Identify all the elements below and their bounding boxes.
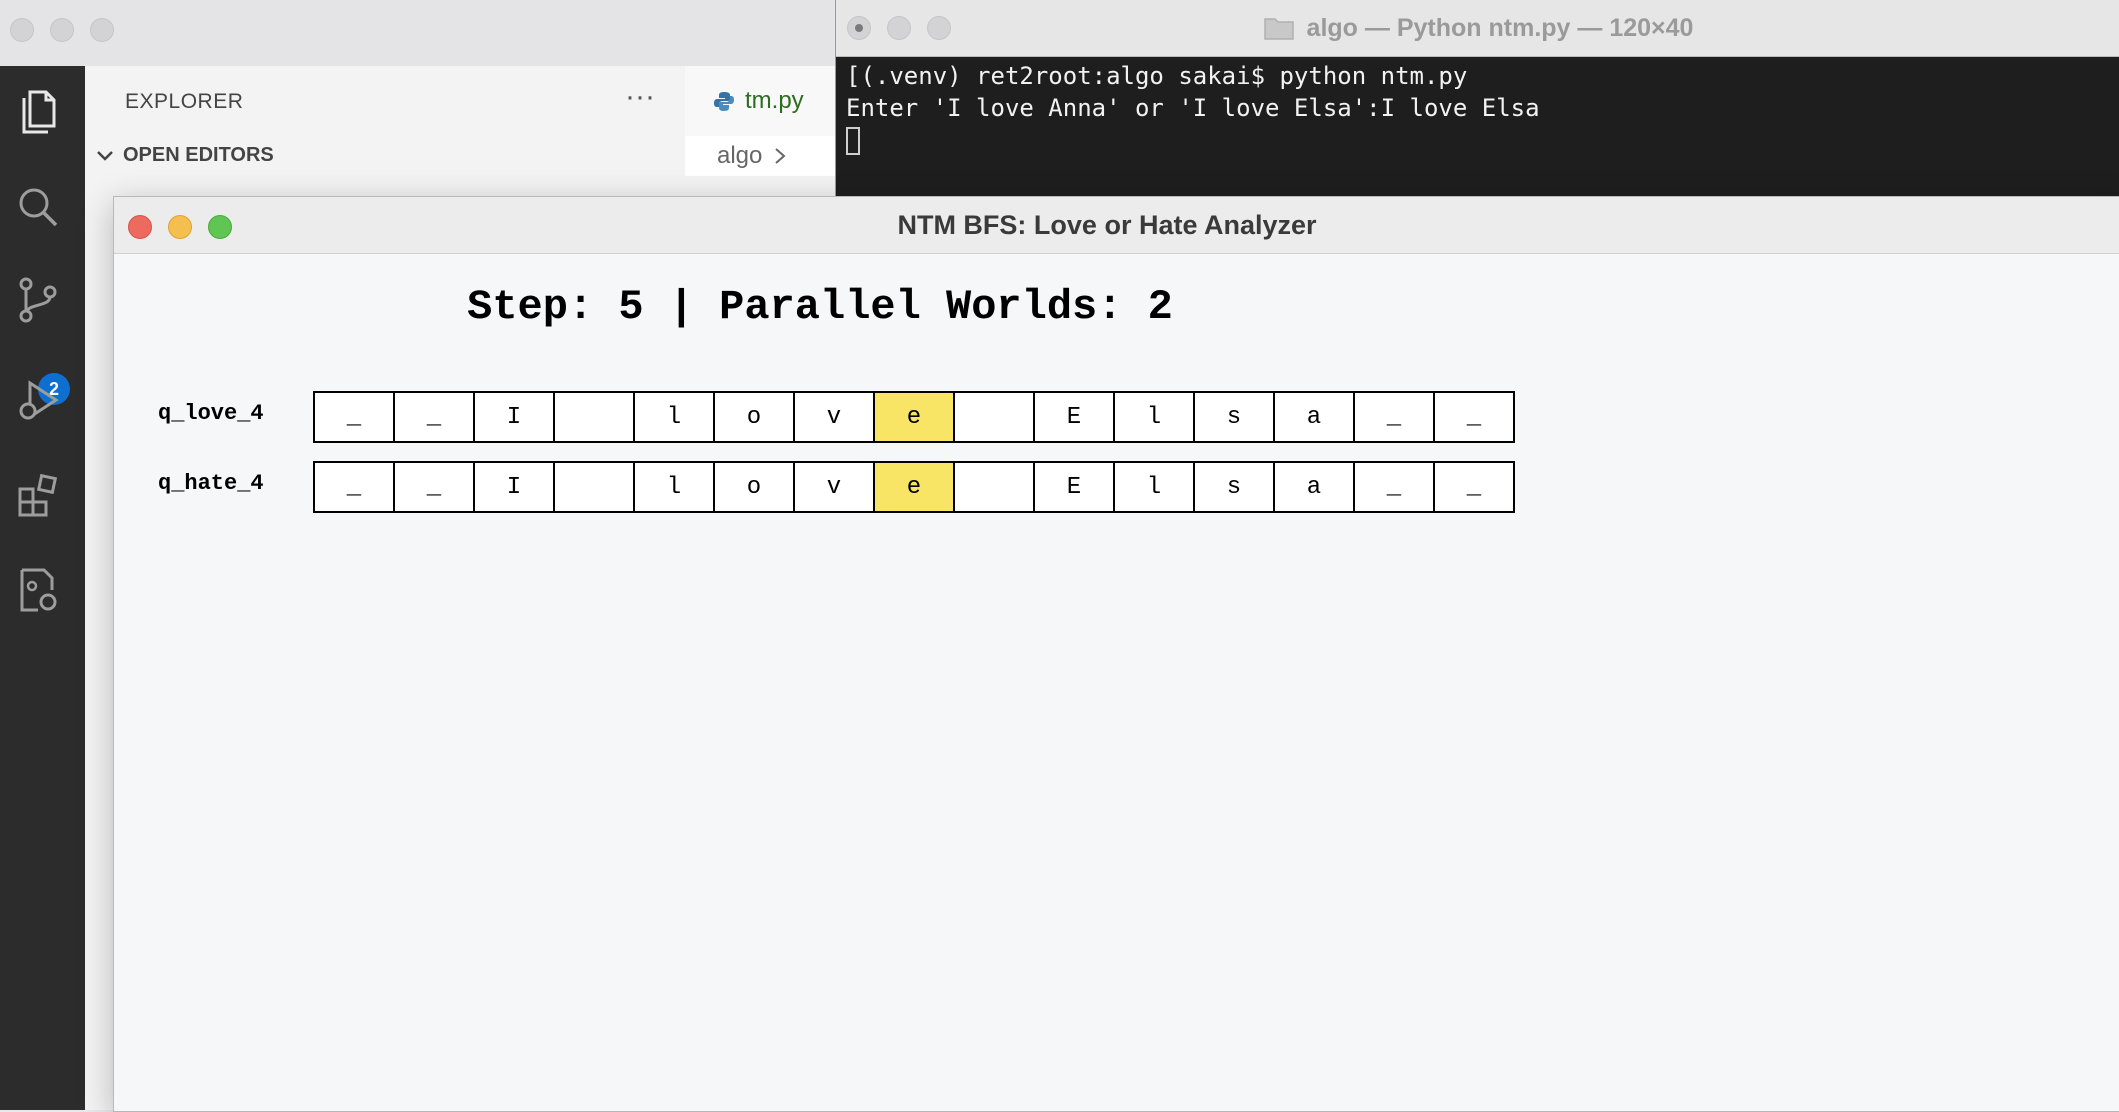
- tape-cell: l: [635, 463, 715, 511]
- state-label: q_hate_4: [158, 471, 264, 496]
- editor-area: tm.py algo: [685, 66, 835, 196]
- tape-cell: _: [315, 463, 395, 511]
- tape-cell: _: [1435, 393, 1515, 441]
- terminal-cursor: [846, 124, 1540, 156]
- tape-cell: v: [795, 463, 875, 511]
- vscode-zoom-button[interactable]: [90, 18, 114, 42]
- tape-head-cell: e: [875, 463, 955, 511]
- tape-cell: o: [715, 393, 795, 441]
- chevron-right-icon: [775, 148, 786, 164]
- more-actions-button[interactable]: ···: [625, 80, 655, 114]
- tape-cell: E: [1035, 463, 1115, 511]
- breadcrumb-folder[interactable]: algo: [717, 142, 762, 170]
- tape-cell: [555, 463, 635, 511]
- tape-cell: _: [1355, 463, 1435, 511]
- tape-cell: I: [475, 463, 555, 511]
- tape: _ _ Il o v e El s a _ _: [313, 461, 1515, 513]
- tape-cell: l: [1115, 393, 1195, 441]
- tape-cell: _: [1355, 393, 1435, 441]
- ntm-window: NTM BFS: Love or Hate Analyzer Step: 5 |…: [113, 196, 2119, 1112]
- search-icon[interactable]: [14, 183, 62, 231]
- tape: _ _ Il o v e El s a _ _: [313, 391, 1515, 443]
- terminal-title-text: algo — Python ntm.py — 120×40: [1306, 13, 1694, 42]
- tape-cell: _: [1435, 463, 1515, 511]
- vscode-minimize-button[interactable]: [50, 18, 74, 42]
- tape-cell: [555, 393, 635, 441]
- tape-cell: l: [1115, 463, 1195, 511]
- tape-head-cell: e: [875, 393, 955, 441]
- terminal-window: algo — Python ntm.py — 120×40 [(.venv) r…: [835, 0, 2119, 200]
- terminal-line: [(.venv) ret2root:algo sakai$ python ntm…: [846, 62, 1468, 90]
- terminal-titlebar: algo — Python ntm.py — 120×40: [836, 0, 2119, 57]
- tape-cell: [955, 463, 1035, 511]
- vscode-close-button[interactable]: [10, 18, 34, 42]
- terminal-output[interactable]: [(.venv) ret2root:algo sakai$ python ntm…: [846, 60, 1540, 156]
- source-control-icon[interactable]: [14, 276, 62, 324]
- remote-explorer-icon[interactable]: [14, 566, 62, 614]
- tape-cell: E: [1035, 393, 1115, 441]
- tape-cell: s: [1195, 393, 1275, 441]
- tape-cell: v: [795, 393, 875, 441]
- step-status: Step: 5 | Parallel Worlds: 2: [467, 283, 1173, 331]
- terminal-title: algo — Python ntm.py — 120×40: [836, 0, 2119, 56]
- tab-tm-py[interactable]: tm.py: [685, 66, 835, 136]
- run-debug-icon[interactable]: [14, 376, 62, 424]
- tape-cell: I: [475, 393, 555, 441]
- tape-cell: _: [395, 463, 475, 511]
- open-editors-section[interactable]: OPEN EDITORS: [95, 144, 274, 167]
- terminal-line: Enter 'I love Anna' or 'I love Elsa':I l…: [846, 94, 1540, 122]
- state-label: q_love_4: [158, 401, 264, 426]
- tape-cell: o: [715, 463, 795, 511]
- python-file-icon: [714, 92, 734, 111]
- tape-cell: s: [1195, 463, 1275, 511]
- folder-icon: [1263, 18, 1294, 40]
- ntm-titlebar: NTM BFS: Love or Hate Analyzer: [114, 197, 2119, 254]
- activity-bar: 2: [0, 66, 85, 1110]
- explorer-title: EXPLORER: [125, 90, 244, 113]
- tape-cell: _: [395, 393, 475, 441]
- window-title: NTM BFS: Love or Hate Analyzer: [897, 209, 1317, 240]
- tape-cell: [955, 393, 1035, 441]
- open-editors-label: OPEN EDITORS: [123, 144, 274, 166]
- extensions-icon[interactable]: [14, 471, 62, 519]
- tape-cell: a: [1275, 393, 1355, 441]
- tab-label: tm.py: [745, 87, 804, 114]
- tape-cell: _: [315, 393, 395, 441]
- tape-cell: a: [1275, 463, 1355, 511]
- breadcrumb: algo: [685, 136, 835, 176]
- tape-cell: l: [635, 393, 715, 441]
- files-icon[interactable]: [14, 88, 62, 136]
- tape-canvas: Step: 5 | Parallel Worlds: 2 q_love_4 _ _ I…: [120, 255, 2119, 1111]
- chevron-down-icon: [97, 150, 113, 161]
